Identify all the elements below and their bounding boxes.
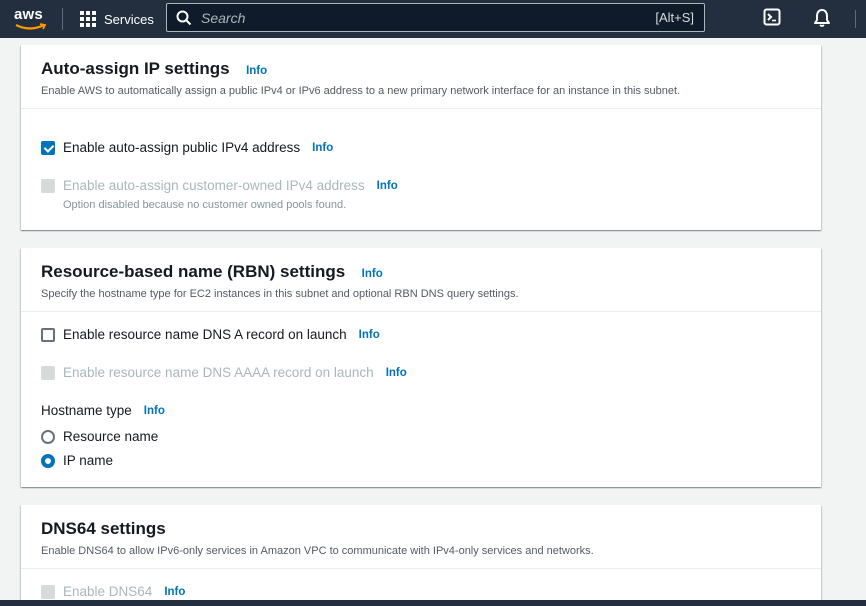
hostname-option-ip-name[interactable]: IP name	[41, 453, 113, 468]
customer-owned-ipv4-option: Enable auto-assign customer-owned IPv4 a…	[41, 178, 398, 193]
dns-aaaa-record-checkbox	[41, 365, 55, 380]
panel-title: DNS64 settings	[41, 519, 166, 538]
auto-assign-ipv4-option[interactable]: Enable auto-assign public IPv4 address I…	[41, 140, 333, 155]
customer-owned-ipv4-label: Enable auto-assign customer-owned IPv4 a…	[63, 178, 365, 193]
search-icon	[176, 10, 192, 26]
enable-dns64-label: Enable DNS64	[63, 584, 153, 599]
panel-description: Specify the hostname type for EC2 instan…	[41, 288, 519, 300]
dns-aaaa-record-option: Enable resource name DNS AAAA record on …	[41, 365, 407, 380]
panel-title: Auto-assign IP settings	[41, 59, 230, 78]
info-link[interactable]: Info	[144, 405, 165, 417]
dns-a-record-label: Enable resource name DNS A record on lau…	[63, 327, 347, 342]
resource-name-label: Resource name	[63, 429, 159, 444]
services-grid-icon	[80, 11, 96, 27]
services-menu-button[interactable]: Services	[80, 9, 154, 29]
top-navigation-bar: aws Services [Alt+S]	[0, 0, 866, 38]
enable-dns64-option: Enable DNS64 Info	[41, 584, 185, 599]
info-link[interactable]: Info	[359, 329, 380, 341]
rbn-settings-panel: Resource-based name (RBN) settings Info …	[21, 248, 821, 487]
aws-logo[interactable]: aws	[14, 6, 48, 30]
panel-description: Enable DNS64 to allow IPv6-only services…	[41, 545, 594, 557]
dns-aaaa-record-label: Enable resource name DNS AAAA record on …	[63, 365, 374, 380]
hostname-type-label: Hostname type	[41, 403, 132, 418]
info-link[interactable]: Info	[362, 268, 383, 280]
panel-description: Enable AWS to automatically assign a pub…	[41, 85, 681, 97]
cloudshell-icon[interactable]	[763, 8, 781, 26]
hostname-type-heading: Hostname type Info	[41, 403, 165, 418]
info-link[interactable]: Info	[386, 367, 407, 379]
panel-header: Auto-assign IP settings Info Enable AWS …	[21, 45, 821, 109]
ip-name-radio[interactable]	[41, 453, 55, 468]
info-link[interactable]: Info	[246, 65, 267, 77]
auto-assign-ipv4-checkbox[interactable]	[41, 140, 55, 155]
customer-owned-hint: Option disabled because no customer owne…	[63, 199, 347, 211]
notifications-bell-icon[interactable]	[812, 8, 832, 28]
hostname-option-resource-name[interactable]: Resource name	[41, 429, 158, 444]
info-link[interactable]: Info	[164, 586, 185, 598]
info-link[interactable]: Info	[312, 142, 333, 154]
panel-header: DNS64 settings Enable DNS64 to allow IPv…	[21, 505, 821, 569]
aws-logo-text: aws	[14, 6, 43, 23]
search-input[interactable]	[201, 9, 601, 27]
dns-a-record-checkbox[interactable]	[41, 327, 55, 342]
search-shortcut-hint: [Alt+S]	[655, 10, 694, 25]
panel-header: Resource-based name (RBN) settings Info …	[21, 248, 821, 312]
resource-name-radio[interactable]	[41, 429, 55, 444]
bottom-bar	[0, 600, 866, 606]
nav-divider	[62, 8, 63, 30]
auto-assign-ip-panel: Auto-assign IP settings Info Enable AWS …	[21, 45, 821, 230]
nav-divider	[855, 10, 856, 28]
ip-name-label: IP name	[63, 453, 114, 468]
panel-title: Resource-based name (RBN) settings	[41, 262, 346, 281]
search-box[interactable]: [Alt+S]	[166, 3, 705, 32]
dns-a-record-option[interactable]: Enable resource name DNS A record on lau…	[41, 327, 380, 342]
auto-assign-ipv4-label: Enable auto-assign public IPv4 address	[63, 140, 301, 155]
dns64-settings-panel: DNS64 settings Enable DNS64 to allow IPv…	[21, 505, 821, 606]
info-link[interactable]: Info	[377, 180, 398, 192]
customer-owned-ipv4-checkbox	[41, 178, 55, 193]
enable-dns64-checkbox	[41, 584, 55, 599]
aws-smile-icon	[15, 23, 47, 30]
services-label: Services	[104, 11, 154, 27]
